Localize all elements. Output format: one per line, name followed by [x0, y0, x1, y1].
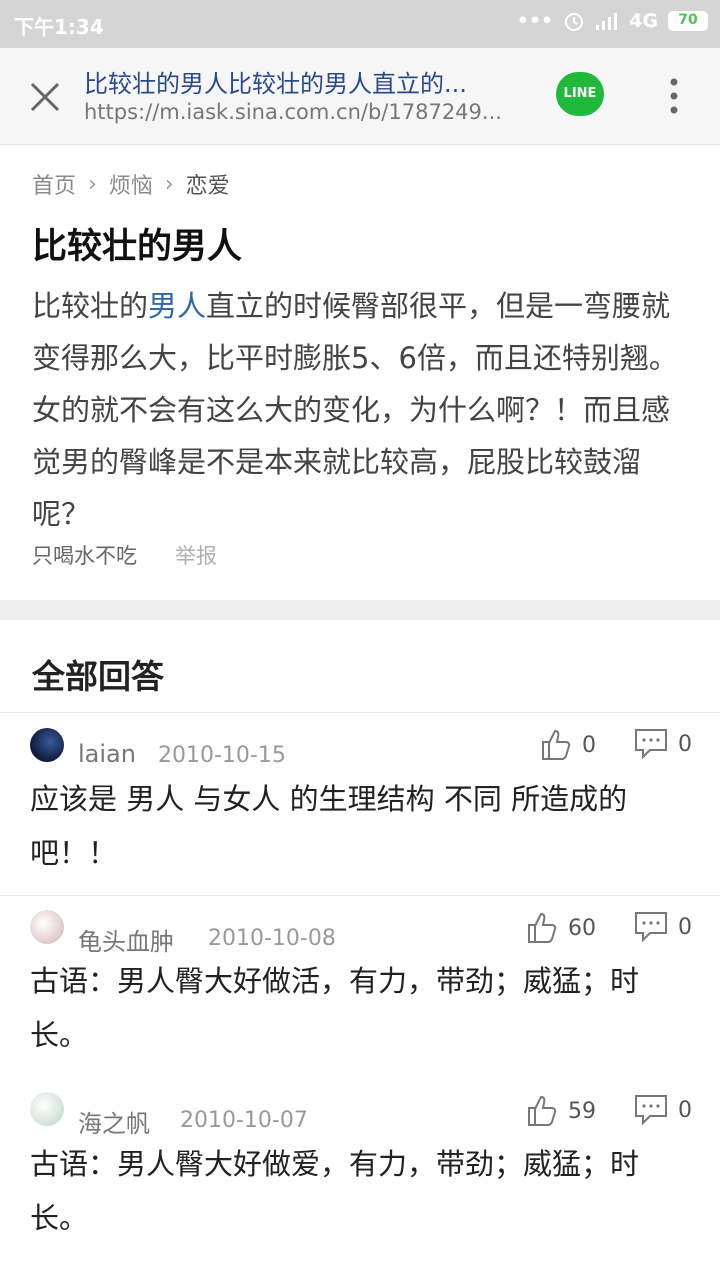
divider: [0, 895, 720, 896]
like-count: 59: [568, 1098, 596, 1124]
answer-date: 2010-10-07: [180, 1108, 308, 1133]
like-button[interactable]: 59: [526, 1094, 596, 1128]
avatar[interactable]: [30, 910, 64, 944]
answers-header: 全部回答: [32, 657, 164, 696]
question-body: 比较壮的男人直立的时候臀部很平，但是一弯腰就变得那么大，比平时膨胀5、6倍，而且…: [32, 280, 696, 540]
breadcrumb-category[interactable]: 烦恼: [109, 168, 153, 200]
breadcrumb: 首页 › 烦恼 › 恋爱: [32, 168, 230, 200]
keyword-link[interactable]: 男人: [148, 289, 206, 323]
battery-level: 70: [678, 12, 698, 28]
like-button[interactable]: 0: [540, 728, 596, 762]
battery-icon: 70: [668, 11, 708, 31]
comment-count: 0: [678, 1097, 692, 1123]
comment-count: 0: [678, 731, 692, 757]
status-time: 下午1:34: [14, 15, 104, 39]
chevron-right-icon: ›: [88, 171, 97, 197]
like-count: 60: [568, 915, 596, 941]
signal-icon: [596, 13, 618, 30]
question-title: 比较壮的男人: [32, 227, 243, 267]
chevron-right-icon: ›: [164, 171, 174, 197]
answer-text: 古语：男人臀大好做活，有力，带劲；威猛；时长。: [30, 964, 640, 1052]
answer-username[interactable]: laian: [78, 740, 136, 768]
browser-title-bar: 比较壮的男人比较壮的男人直立的... https://m.iask.sina.c…: [0, 48, 720, 145]
question-text-start: 比较壮的: [32, 289, 149, 323]
answer-date: 2010-10-15: [158, 743, 286, 768]
alarm-icon: [565, 13, 584, 31]
close-icon[interactable]: [28, 80, 62, 114]
page-title: 比较壮的男人比较壮的男人直立的...: [84, 70, 467, 98]
question-text-rest: 直立的时候臀部很平，但是一弯腰就变得那么大，比平时膨胀5、6倍，而且还特别翘。女…: [32, 289, 678, 531]
comment-count: 0: [678, 914, 692, 940]
more-vert-icon[interactable]: [662, 76, 686, 116]
avatar[interactable]: [30, 728, 64, 762]
avatar[interactable]: [30, 1092, 64, 1126]
answer-text: 应该是 男人 与女人 的生理结构 不同 所造成的吧！！: [30, 782, 628, 870]
network-type: 4G: [629, 10, 658, 32]
like-button[interactable]: 60: [526, 911, 596, 945]
answer-username[interactable]: 龟头血肿: [78, 922, 174, 957]
breadcrumb-home[interactable]: 首页: [32, 168, 76, 200]
more-dots-icon: •••: [516, 10, 554, 32]
page-url[interactable]: https://m.iask.sina.com.cn/b/1787249...: [84, 100, 524, 124]
question-meta: 只喝水不吃 举报: [32, 540, 217, 570]
section-divider: [0, 600, 720, 620]
comment-button[interactable]: 0: [634, 911, 692, 943]
divider: [0, 712, 720, 713]
thumbs-up-icon: [542, 729, 571, 760]
breadcrumb-current[interactable]: 恋爱: [186, 168, 230, 200]
comment-icon: [635, 912, 667, 943]
like-count: 0: [582, 732, 596, 758]
thumbs-up-icon: [528, 912, 557, 943]
question-author[interactable]: 只喝水不吃: [32, 544, 137, 568]
line-share-button[interactable]: LINE: [556, 72, 604, 116]
status-icons: ••• 4G 70: [517, 10, 708, 32]
status-bar: 下午1:34 ••• 4G 70: [0, 0, 720, 48]
answer-date: 2010-10-08: [208, 926, 336, 951]
comment-button[interactable]: 0: [634, 728, 692, 760]
comment-button[interactable]: 0: [634, 1094, 692, 1126]
answer-username[interactable]: 海之帆: [78, 1104, 150, 1139]
answer-text: 古语：男人臀大好做爱，有力，带劲；威猛；时长。: [30, 1147, 640, 1235]
comment-icon: [635, 1095, 667, 1126]
report-link[interactable]: 举报: [175, 544, 217, 568]
thumbs-up-icon: [528, 1095, 557, 1126]
comment-icon: [635, 729, 667, 760]
